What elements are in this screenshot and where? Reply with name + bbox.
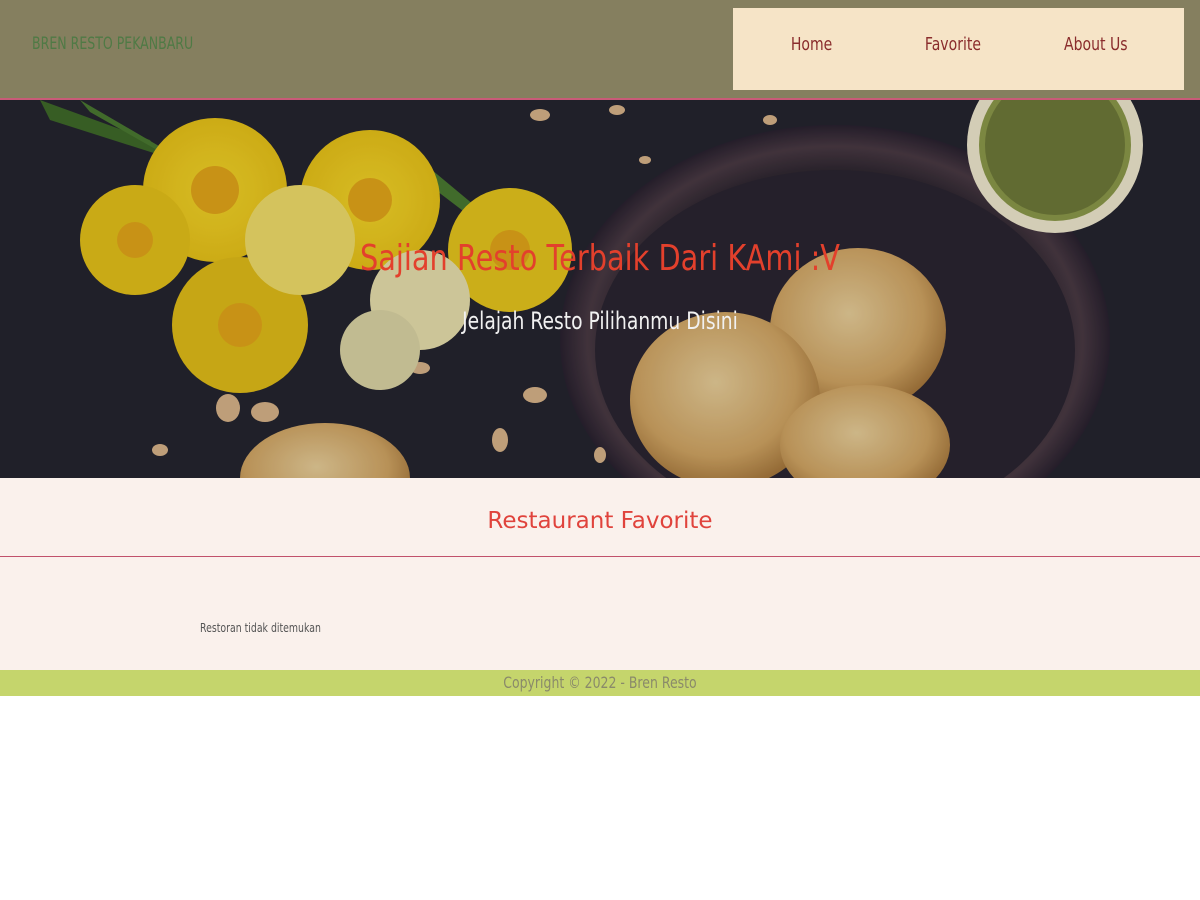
empty-state-message: Restoran tidak ditemukan <box>200 621 321 635</box>
nav-home-link[interactable]: Home <box>791 34 832 55</box>
footer-copyright: Copyright © 2022 - Bren Resto <box>503 673 697 692</box>
nav-favorite-link[interactable]: Favorite <box>925 34 981 55</box>
app-bar: BREN RESTO PEKANBARU Home Favorite About… <box>0 0 1200 100</box>
section-divider <box>0 556 1200 557</box>
hero-title: Sajian Resto Terbaik Dari KAmi :V <box>359 238 841 279</box>
main-nav: Home Favorite About Us <box>733 8 1184 90</box>
hero-banner: Sajian Resto Terbaik Dari KAmi :V Jelaja… <box>0 100 1200 478</box>
nav-about-us-link[interactable]: About Us <box>1064 34 1128 55</box>
hero-subtitle: Jelajah Resto Pilihanmu Disini <box>462 307 738 335</box>
section-title: Restaurant Favorite <box>487 508 713 534</box>
footer: Copyright © 2022 - Bren Resto <box>0 670 1200 696</box>
main-content: Restaurant Favorite Restoran tidak ditem… <box>0 478 1200 670</box>
brand-title: BREN RESTO PEKANBARU <box>32 34 194 54</box>
hero-image <box>0 100 1200 478</box>
